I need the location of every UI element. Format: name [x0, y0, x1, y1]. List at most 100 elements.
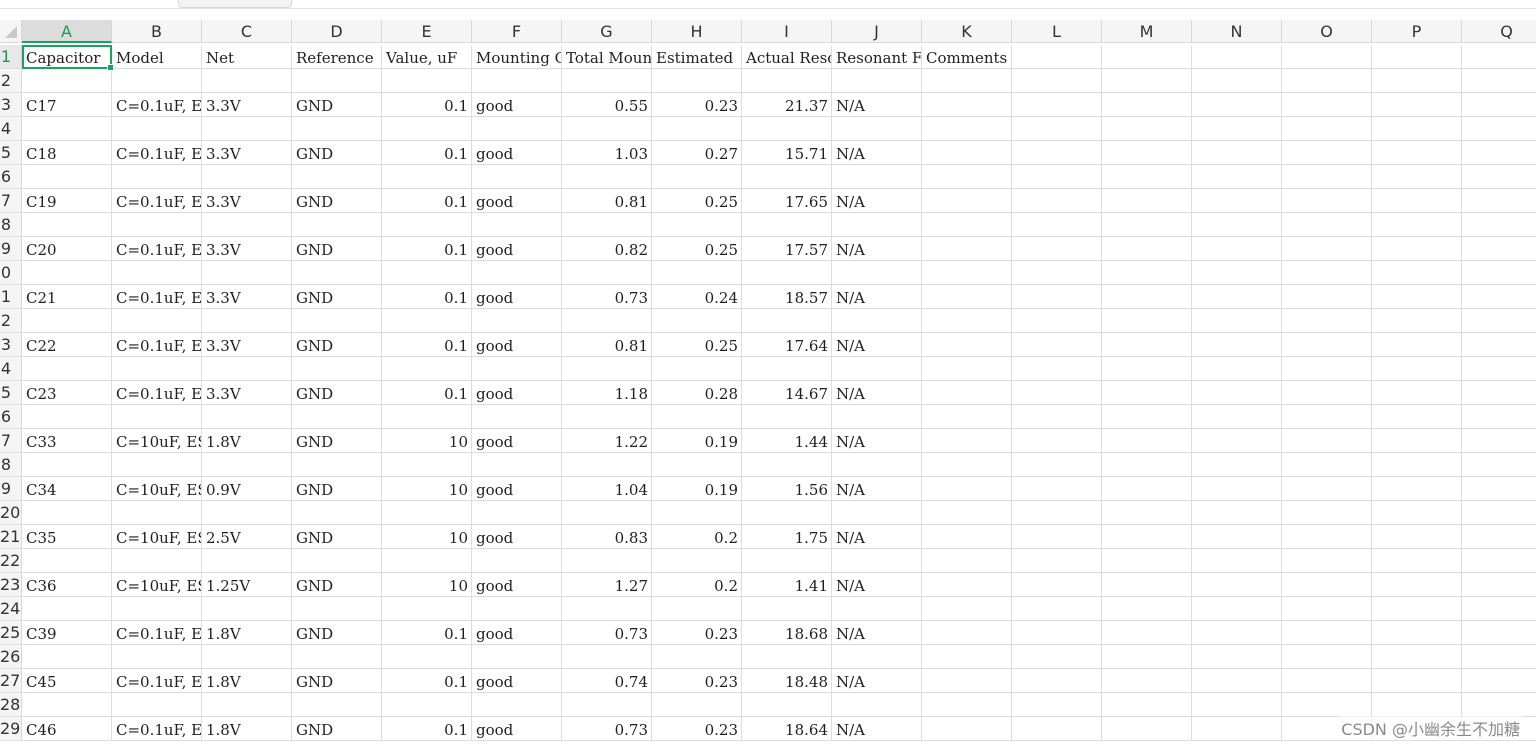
- data-cell[interactable]: good: [472, 381, 562, 405]
- data-cell[interactable]: 0.1: [382, 717, 472, 741]
- empty-cell[interactable]: [922, 453, 1012, 477]
- data-cell[interactable]: 0.74: [562, 669, 652, 693]
- data-cell[interactable]: [1462, 237, 1536, 261]
- header-cell[interactable]: Actual Resonant Frequency: [742, 45, 832, 69]
- data-cell[interactable]: 1.25V: [202, 573, 292, 597]
- empty-cell[interactable]: [1012, 453, 1102, 477]
- data-cell[interactable]: [1462, 573, 1536, 597]
- empty-cell[interactable]: [742, 693, 832, 717]
- row-header[interactable]: 22: [0, 549, 22, 573]
- header-cell[interactable]: Mounting Quality: [472, 45, 562, 69]
- empty-cell[interactable]: [292, 693, 382, 717]
- empty-cell[interactable]: [922, 261, 1012, 285]
- empty-cell[interactable]: [1012, 309, 1102, 333]
- empty-cell[interactable]: [1012, 261, 1102, 285]
- data-cell[interactable]: C33: [22, 429, 112, 453]
- data-cell[interactable]: 0.1: [382, 621, 472, 645]
- empty-cell[interactable]: [652, 357, 742, 381]
- empty-cell[interactable]: [742, 261, 832, 285]
- data-cell[interactable]: N/A: [832, 189, 922, 213]
- column-header-q[interactable]: Q: [1462, 20, 1536, 43]
- empty-cell[interactable]: [742, 213, 832, 237]
- empty-cell[interactable]: [742, 501, 832, 525]
- empty-cell[interactable]: [1372, 453, 1462, 477]
- empty-cell[interactable]: [292, 597, 382, 621]
- empty-cell[interactable]: [1282, 405, 1372, 429]
- empty-cell[interactable]: [742, 597, 832, 621]
- data-cell[interactable]: [1372, 93, 1462, 117]
- empty-cell[interactable]: [1012, 357, 1102, 381]
- data-cell[interactable]: N/A: [832, 621, 922, 645]
- empty-cell[interactable]: [382, 597, 472, 621]
- data-cell[interactable]: 0.83: [562, 525, 652, 549]
- row-header[interactable]: 27: [0, 669, 22, 693]
- empty-cell[interactable]: [1462, 69, 1536, 93]
- empty-cell[interactable]: [1282, 453, 1372, 477]
- column-header-k[interactable]: K: [922, 20, 1012, 43]
- header-cell[interactable]: Total Mounting Inductance, nH: [562, 45, 652, 69]
- data-cell[interactable]: 1.75: [742, 525, 832, 549]
- row-header[interactable]: 21: [0, 525, 22, 549]
- data-cell[interactable]: [1282, 189, 1372, 213]
- data-cell[interactable]: 18.48: [742, 669, 832, 693]
- row-header[interactable]: 20: [0, 501, 22, 525]
- data-cell[interactable]: 3.3V: [202, 333, 292, 357]
- empty-cell[interactable]: [1012, 693, 1102, 717]
- data-cell[interactable]: C=10uF, ESR: [112, 525, 202, 549]
- empty-cell[interactable]: [922, 117, 1012, 141]
- row-header[interactable]: 1: [0, 285, 22, 309]
- data-cell[interactable]: [1012, 333, 1102, 357]
- column-header-c[interactable]: C: [202, 20, 292, 43]
- column-header-h[interactable]: H: [652, 20, 742, 43]
- row-header[interactable]: 4: [0, 117, 22, 141]
- empty-cell[interactable]: [1192, 645, 1282, 669]
- empty-cell[interactable]: [382, 309, 472, 333]
- empty-cell[interactable]: [1372, 357, 1462, 381]
- data-cell[interactable]: [1192, 477, 1282, 501]
- data-cell[interactable]: 0.19: [652, 429, 742, 453]
- empty-cell[interactable]: [652, 693, 742, 717]
- header-cell[interactable]: [1012, 45, 1102, 69]
- data-cell[interactable]: GND: [292, 93, 382, 117]
- header-cell[interactable]: Comments: [922, 45, 1012, 69]
- row-header[interactable]: 1: [0, 45, 22, 69]
- empty-cell[interactable]: [472, 213, 562, 237]
- data-cell[interactable]: [922, 717, 1012, 741]
- data-cell[interactable]: C=10uF, ESR: [112, 429, 202, 453]
- data-cell[interactable]: 0.1: [382, 333, 472, 357]
- empty-cell[interactable]: [1012, 69, 1102, 93]
- empty-cell[interactable]: [472, 117, 562, 141]
- data-cell[interactable]: good: [472, 573, 562, 597]
- empty-cell[interactable]: [1282, 645, 1372, 669]
- empty-cell[interactable]: [742, 165, 832, 189]
- data-cell[interactable]: GND: [292, 333, 382, 357]
- data-cell[interactable]: 0.25: [652, 333, 742, 357]
- header-cell[interactable]: Value, uF: [382, 45, 472, 69]
- data-cell[interactable]: 17.65: [742, 189, 832, 213]
- header-cell[interactable]: [1192, 45, 1282, 69]
- empty-cell[interactable]: [832, 357, 922, 381]
- data-cell[interactable]: GND: [292, 141, 382, 165]
- data-cell[interactable]: good: [472, 93, 562, 117]
- empty-cell[interactable]: [292, 213, 382, 237]
- data-cell[interactable]: N/A: [832, 237, 922, 261]
- empty-cell[interactable]: [1372, 117, 1462, 141]
- empty-cell[interactable]: [202, 213, 292, 237]
- empty-cell[interactable]: [202, 405, 292, 429]
- data-cell[interactable]: 21.37: [742, 93, 832, 117]
- data-cell[interactable]: [1192, 525, 1282, 549]
- data-cell[interactable]: [922, 381, 1012, 405]
- empty-cell[interactable]: [1102, 309, 1192, 333]
- empty-cell[interactable]: [1012, 405, 1102, 429]
- data-cell[interactable]: 1.8V: [202, 669, 292, 693]
- data-cell[interactable]: [922, 285, 1012, 309]
- data-cell[interactable]: [922, 93, 1012, 117]
- data-cell[interactable]: 2.5V: [202, 525, 292, 549]
- empty-cell[interactable]: [1192, 261, 1282, 285]
- data-cell[interactable]: [1012, 477, 1102, 501]
- empty-cell[interactable]: [652, 213, 742, 237]
- empty-cell[interactable]: [472, 453, 562, 477]
- data-cell[interactable]: [1192, 285, 1282, 309]
- data-cell[interactable]: 1.44: [742, 429, 832, 453]
- data-cell[interactable]: 10: [382, 525, 472, 549]
